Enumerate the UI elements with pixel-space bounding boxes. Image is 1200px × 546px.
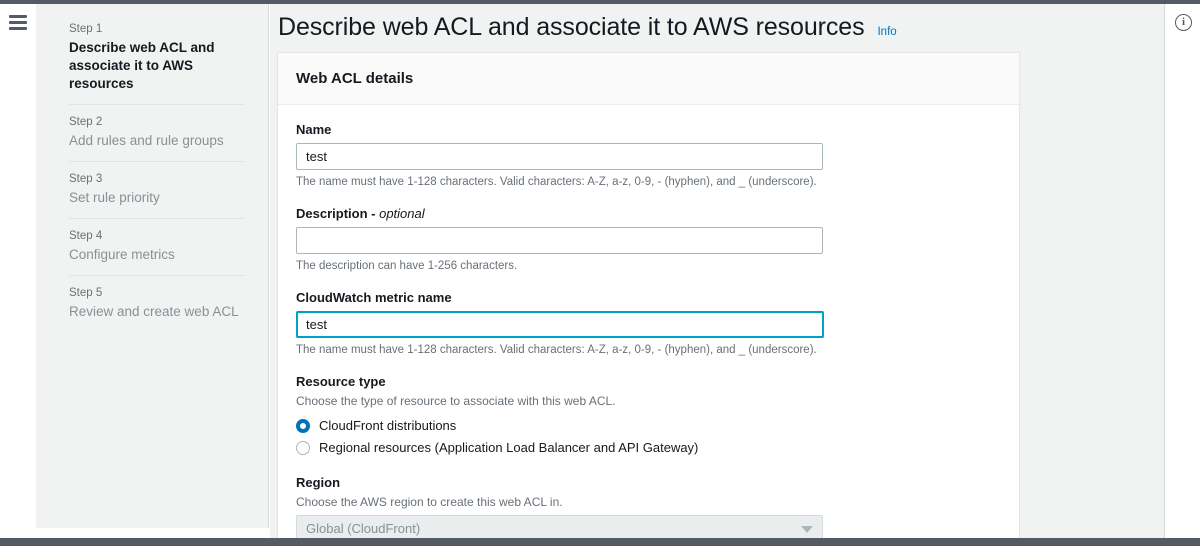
radio-label-regional: Regional resources (Application Load Bal… — [319, 440, 699, 455]
wizard-step-number: Step 3 — [69, 173, 103, 185]
wizard-navigation: Step 1 Describe web ACL and associate it… — [36, 4, 269, 528]
radio-unselected-icon[interactable] — [296, 441, 310, 455]
card-body: Name The name must have 1-128 characters… — [278, 105, 1019, 538]
wizard-step-3[interactable]: Step 3 Set rule priority — [69, 161, 244, 218]
field-cloudwatch-metric-name: CloudWatch metric name The name must hav… — [296, 289, 1001, 358]
cloudwatch-metric-name-input[interactable] — [296, 311, 824, 338]
wizard-step-number: Step 5 — [69, 287, 103, 299]
hamburger-bar — [9, 27, 27, 30]
wizard-step-title: Describe web ACL and associate it to AWS… — [69, 40, 215, 91]
hamburger-bar — [9, 21, 27, 24]
bottom-chrome-bar — [0, 538, 1200, 546]
description-input[interactable] — [296, 227, 823, 254]
wizard-step-5[interactable]: Step 5 Review and create web ACL — [69, 275, 244, 332]
wizard-step-4[interactable]: Step 4 Configure metrics — [69, 218, 244, 275]
resource-type-radio-group: CloudFront distributions Regional resour… — [296, 415, 1001, 459]
metric-name-hint: The name must have 1-128 characters. Val… — [296, 344, 817, 356]
radio-selected-icon[interactable] — [296, 419, 310, 433]
region-sublabel: Choose the AWS region to create this web… — [296, 495, 563, 509]
card-header: Web ACL details — [278, 53, 1019, 105]
web-acl-details-card: Web ACL details Name The name must have … — [277, 52, 1020, 538]
resource-type-label: Resource type — [296, 374, 386, 389]
info-circle-icon[interactable]: i — [1175, 14, 1192, 31]
wizard-step-2[interactable]: Step 2 Add rules and rule groups — [69, 104, 244, 161]
app-window: Step 1 Describe web ACL and associate it… — [0, 0, 1200, 546]
hamburger-icon[interactable] — [9, 15, 27, 30]
field-description: Description - optional The description c… — [296, 205, 1001, 274]
wizard-step-title: Configure metrics — [69, 247, 175, 262]
region-select: Global (CloudFront) — [296, 515, 823, 538]
resource-type-sublabel: Choose the type of resource to associate… — [296, 394, 616, 408]
wizard-step-number: Step 4 — [69, 230, 103, 242]
description-hint: The description can have 1-256 character… — [296, 260, 518, 272]
description-label: Description - optional — [296, 205, 1001, 223]
radio-label-cloudfront: CloudFront distributions — [319, 418, 457, 433]
name-hint: The name must have 1-128 characters. Val… — [296, 176, 817, 188]
description-label-text: Description - — [296, 206, 376, 221]
wizard-step-1[interactable]: Step 1 Describe web ACL and associate it… — [69, 12, 244, 104]
page-title: Describe web ACL and associate it to AWS… — [278, 13, 865, 41]
info-link[interactable]: Info — [877, 26, 896, 38]
field-region: Region Choose the AWS region to create t… — [296, 474, 1001, 538]
wizard-step-title: Review and create web ACL — [69, 304, 239, 319]
left-icon-gutter — [0, 4, 36, 538]
name-label: Name — [296, 122, 332, 137]
wizard-step-title: Set rule priority — [69, 190, 160, 205]
field-name: Name The name must have 1-128 characters… — [296, 121, 1001, 190]
metric-name-label: CloudWatch metric name — [296, 290, 452, 305]
name-input[interactable] — [296, 143, 823, 170]
page-header: Describe web ACL and associate it to AWS… — [270, 4, 1164, 45]
region-select-wrapper: Global (CloudFront) — [296, 515, 823, 538]
description-optional-text: optional — [379, 206, 425, 221]
hamburger-bar — [9, 15, 27, 18]
wizard-step-number: Step 2 — [69, 116, 103, 128]
field-resource-type: Resource type Choose the type of resourc… — [296, 373, 1001, 459]
main-content: Describe web ACL and associate it to AWS… — [270, 4, 1165, 538]
radio-option-regional[interactable]: Regional resources (Application Load Bal… — [296, 437, 1001, 459]
region-label: Region — [296, 475, 341, 490]
radio-option-cloudfront[interactable]: CloudFront distributions — [296, 415, 1001, 437]
right-rail: i — [1166, 4, 1200, 538]
card-title: Web ACL details — [296, 70, 414, 87]
wizard-step-number: Step 1 — [69, 23, 103, 35]
wizard-step-title: Add rules and rule groups — [69, 133, 224, 148]
